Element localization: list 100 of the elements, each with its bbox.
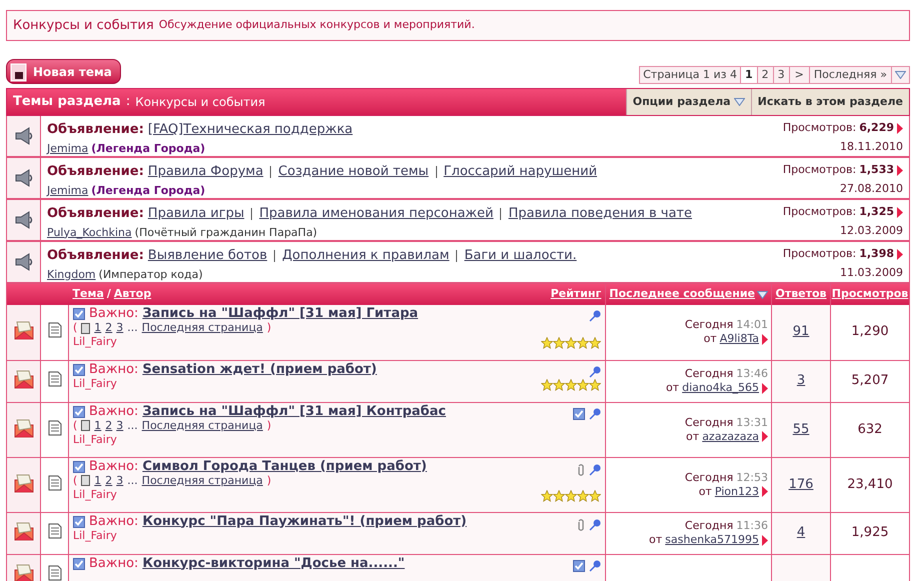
thread-title-link[interactable]: Запись на "Шаффл" [31 мая] Гитара — [142, 307, 418, 321]
announcement-link[interactable]: [FAQ]Техническая поддержка — [148, 120, 353, 140]
announcement-link[interactable]: Выявление ботов — [148, 246, 268, 266]
last-post-sort-link[interactable]: Последнее сообщение — [609, 286, 755, 303]
page-link[interactable]: 3 — [116, 321, 124, 335]
announcement-link[interactable]: Правила именования персонажей — [259, 204, 494, 224]
last-post-day: Сегодня — [684, 318, 734, 332]
announcement-link[interactable]: Баги и шалости. — [464, 246, 577, 266]
pages-icon — [81, 475, 90, 486]
important-prefix: Важно: — [89, 556, 138, 570]
ellipsis: ... — [127, 474, 138, 488]
author-sort-link[interactable]: Автор — [114, 286, 152, 303]
author-link[interactable]: Pulya_Kochkina — [47, 224, 132, 241]
thread-author[interactable]: Lil_Fairy — [73, 335, 418, 349]
page-link[interactable]: 2 — [758, 66, 774, 84]
views-sort-link[interactable]: Просмотров — [832, 287, 908, 300]
arrow-icon[interactable] — [762, 431, 768, 442]
replies-count[interactable]: 176 — [788, 476, 814, 492]
announcement-date: 12.03.2009 — [840, 222, 903, 238]
replies-count[interactable]: 55 — [792, 422, 810, 436]
paren: ( — [73, 321, 78, 335]
last-page-link[interactable]: Последняя страница — [142, 321, 263, 335]
author-link[interactable]: Jemima — [47, 182, 88, 199]
author-rank: (Легенда Города) — [91, 182, 206, 198]
announcement-link[interactable]: Создание новой темы — [278, 162, 429, 182]
star-icon — [589, 490, 602, 502]
page-link[interactable]: 1 — [94, 321, 102, 335]
replies-count[interactable]: 3 — [796, 373, 806, 388]
page-link[interactable]: 3 — [116, 418, 124, 432]
last-page-link[interactable]: Последняя » — [810, 66, 892, 84]
document-icon — [48, 371, 62, 387]
page-link[interactable]: 2 — [105, 321, 112, 335]
announcement-link[interactable]: Дополнения к правилам — [282, 246, 450, 266]
page-link[interactable]: 2 — [105, 474, 112, 488]
arrow-icon[interactable] — [762, 334, 768, 345]
last-poster-link[interactable]: A9li8Ta — [720, 332, 759, 346]
page-link[interactable]: 1 — [94, 474, 102, 488]
document-icon — [48, 322, 62, 338]
rating-sort-link[interactable]: Рейтинг — [550, 286, 602, 303]
page-link[interactable]: 1 — [94, 418, 102, 432]
thread-author[interactable]: Lil_Fairy — [73, 528, 467, 542]
arrow-icon[interactable] — [897, 206, 903, 218]
star-icon — [553, 378, 566, 390]
page-link[interactable]: 3 — [774, 66, 790, 84]
star-icon — [565, 337, 578, 349]
views-count: 1,325 — [859, 204, 894, 220]
ellipsis: ... — [127, 321, 138, 335]
thread-title-link[interactable]: Символ Города Танцев (прием работ) — [142, 460, 427, 474]
topic-sort-link[interactable]: Тема — [72, 286, 104, 303]
last-page-link[interactable]: Последняя страница — [142, 474, 263, 488]
thread-title-link[interactable]: Sensation ждет! (прием работ) — [142, 362, 377, 376]
last-poster-link[interactable]: azazazaza — [702, 430, 759, 444]
replies-count[interactable]: 4 — [796, 525, 806, 540]
thread-author[interactable]: Lil_Fairy — [73, 432, 446, 446]
announcement-link[interactable]: Правила поведения в чате — [508, 204, 692, 224]
author-rank: (Легенда Города) — [91, 140, 206, 156]
replies-count[interactable]: 91 — [792, 324, 810, 340]
last-page-link[interactable]: Последняя страница — [142, 418, 263, 432]
announcement-link[interactable]: Правила игры — [148, 204, 244, 224]
announcement-link[interactable]: Правила Форума — [148, 162, 264, 182]
search-section-button[interactable]: Искать в этом разделе — [750, 89, 909, 115]
thread-author[interactable]: Lil_Fairy — [73, 376, 377, 390]
dropdown-icon — [895, 71, 906, 79]
section-options-button[interactable]: Опции раздела — [626, 89, 751, 115]
author-link[interactable]: Kingdom — [47, 266, 96, 283]
arrow-icon[interactable] — [762, 382, 768, 394]
last-post-time: 12:53 — [736, 470, 768, 484]
last-poster-link[interactable]: Pion123 — [714, 484, 759, 498]
thread-title-link[interactable]: Запись на "Шаффл" [31 мая] Контрабас — [142, 404, 446, 418]
author-link[interactable]: Jemima — [47, 140, 88, 157]
thread-author[interactable]: Lil_Fairy — [73, 488, 427, 502]
last-post-day: Сегодня — [684, 470, 734, 484]
announcement-link[interactable]: Глоссарий нарушений — [444, 162, 598, 182]
arrow-icon[interactable] — [897, 248, 903, 260]
page-menu-button[interactable] — [892, 66, 910, 84]
new-topic-button[interactable]: Новая тема — [6, 59, 121, 84]
checkbox-icon — [73, 516, 85, 528]
next-page-link[interactable]: > — [790, 66, 810, 84]
arrow-icon[interactable] — [762, 534, 768, 546]
paren: ) — [266, 474, 272, 488]
arrow-icon[interactable] — [897, 122, 903, 134]
page-link[interactable]: 2 — [105, 418, 112, 432]
ellipsis: ... — [127, 418, 138, 432]
page-link[interactable]: 3 — [116, 474, 124, 488]
last-poster-link[interactable]: sashenka571995 — [665, 533, 759, 547]
by-label: от — [698, 484, 712, 498]
by-label: от — [704, 332, 717, 346]
important-prefix: Важно: — [89, 307, 138, 321]
announcement-label: Объявление: — [47, 163, 144, 181]
star-icon — [541, 378, 554, 390]
envelope-icon — [14, 418, 34, 438]
last-post-time: 11:36 — [736, 519, 768, 533]
page-link[interactable]: 1 — [741, 66, 758, 84]
last-poster-link[interactable]: diano4ka_565 — [682, 381, 759, 395]
arrow-icon[interactable] — [762, 486, 768, 497]
views-count: 1,290 — [851, 324, 889, 340]
replies-sort-link[interactable]: Ответов — [775, 287, 827, 300]
thread-title-link[interactable]: Конкурс-викторина "Досье на......" — [142, 556, 405, 570]
thread-title-link[interactable]: Конкурс "Пара Паужинать"! (прием работ) — [142, 514, 467, 528]
arrow-icon[interactable] — [897, 164, 903, 176]
